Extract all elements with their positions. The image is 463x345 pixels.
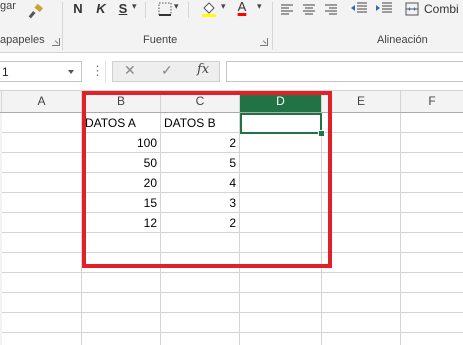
bold-button[interactable]: N: [71, 0, 85, 18]
borders-dropdown-arrow[interactable]: ▾: [174, 1, 179, 12]
separator: [145, 2, 146, 18]
cell-e3[interactable]: [322, 153, 401, 173]
alignment-group-label: Alineación: [377, 34, 428, 46]
cell-d12[interactable]: [240, 333, 322, 345]
name-box-dropdown-icon[interactable]: [68, 70, 74, 74]
clipboard-launcher-icon[interactable]: [52, 38, 60, 46]
cell-f10[interactable]: [401, 293, 463, 313]
cell-c12[interactable]: [161, 333, 240, 345]
cell-a1[interactable]: [2, 113, 82, 133]
cell-a12[interactable]: [2, 333, 82, 345]
cell-f1[interactable]: [401, 113, 463, 133]
cell-f3[interactable]: [401, 153, 463, 173]
decrease-indent-icon[interactable]: [350, 1, 368, 20]
cancel-icon[interactable]: ✕: [124, 62, 136, 79]
cell-f11[interactable]: [401, 313, 463, 333]
formula-input[interactable]: [226, 61, 463, 82]
underline-button[interactable]: S: [116, 0, 130, 18]
cell-a9[interactable]: [2, 273, 82, 293]
cell-e5[interactable]: [322, 193, 401, 213]
cell-e11[interactable]: [322, 313, 401, 333]
name-box[interactable]: 1: [0, 61, 82, 82]
cell-e7[interactable]: [322, 233, 401, 253]
column-header-f[interactable]: F: [401, 91, 463, 112]
paste-button-label[interactable]: gar: [0, 0, 16, 12]
italic-button[interactable]: K: [94, 0, 108, 18]
borders-icon[interactable]: [157, 2, 173, 21]
cell-f12[interactable]: [401, 333, 463, 345]
more-options-icon[interactable]: ⋮: [91, 63, 104, 79]
cell-f5[interactable]: [401, 193, 463, 213]
cell-e6[interactable]: [322, 213, 401, 233]
cell-d11[interactable]: [240, 313, 322, 333]
format-painter-icon[interactable]: [26, 3, 46, 25]
separator: [105, 61, 106, 82]
cell-e4[interactable]: [322, 173, 401, 193]
cell-d10[interactable]: [240, 293, 322, 313]
cell-c10[interactable]: [161, 293, 240, 313]
cell-f8[interactable]: [401, 253, 463, 273]
group-separator: [272, 2, 273, 50]
cell-b10[interactable]: [82, 293, 161, 313]
font-launcher-icon[interactable]: [260, 38, 268, 46]
cell-a10[interactable]: [2, 293, 82, 313]
cell-f6[interactable]: [401, 213, 463, 233]
cell-e1[interactable]: [322, 113, 401, 133]
cell-a7[interactable]: [2, 233, 82, 253]
insert-function-icon[interactable]: fx: [197, 62, 209, 77]
red-highlight-rectangle: [82, 91, 332, 268]
cell-f4[interactable]: [401, 173, 463, 193]
align-right-icon[interactable]: [324, 2, 338, 20]
cell-a8[interactable]: [2, 253, 82, 273]
column-header-a[interactable]: A: [2, 91, 82, 112]
cell-c11[interactable]: [161, 313, 240, 333]
underline-dropdown-arrow[interactable]: ▾: [132, 1, 137, 12]
cell-e10[interactable]: [322, 293, 401, 313]
cell-b11[interactable]: [82, 313, 161, 333]
align-left-icon[interactable]: [280, 2, 294, 20]
group-separator: [62, 2, 63, 50]
cell-a4[interactable]: [2, 173, 82, 193]
ribbon: gar N K S ▾ ▾ ▾ A ▾ Combi apapeles Fuent…: [0, 0, 463, 53]
font-color-button[interactable]: A: [235, 0, 249, 16]
cell-e8[interactable]: [322, 253, 401, 273]
name-box-value: 1: [2, 65, 9, 79]
cell-b12[interactable]: [82, 333, 161, 345]
cell-d9[interactable]: [240, 273, 322, 293]
column-header-e[interactable]: E: [322, 91, 401, 112]
cell-a2[interactable]: [2, 133, 82, 153]
increase-indent-icon[interactable]: [375, 1, 393, 20]
cell-c9[interactable]: [161, 273, 240, 293]
cell-f7[interactable]: [401, 233, 463, 253]
align-center-icon[interactable]: [302, 2, 316, 20]
merge-center-label[interactable]: Combi: [424, 2, 459, 16]
cell-f9[interactable]: [401, 273, 463, 293]
separator: [188, 2, 189, 18]
cell-f2[interactable]: [401, 133, 463, 153]
merge-center-icon[interactable]: [404, 2, 420, 21]
cell-a11[interactable]: [2, 313, 82, 333]
fill-color-icon[interactable]: [200, 0, 218, 23]
cell-e2[interactable]: [322, 133, 401, 153]
fill-color-dropdown-arrow[interactable]: ▾: [221, 1, 226, 12]
font-color-dropdown-arrow[interactable]: ▾: [257, 1, 262, 12]
cell-e12[interactable]: [322, 333, 401, 345]
enter-icon[interactable]: ✓: [161, 62, 173, 79]
cell-b9[interactable]: [82, 273, 161, 293]
cell-a6[interactable]: [2, 213, 82, 233]
cell-a3[interactable]: [2, 153, 82, 173]
cell-e9[interactable]: [322, 273, 401, 293]
clipboard-group-label: apapeles: [0, 34, 45, 46]
cell-a5[interactable]: [2, 193, 82, 213]
font-group-label: Fuente: [143, 34, 178, 46]
formula-bar: 1 ⋮ ✕ ✓ fx: [0, 53, 463, 91]
